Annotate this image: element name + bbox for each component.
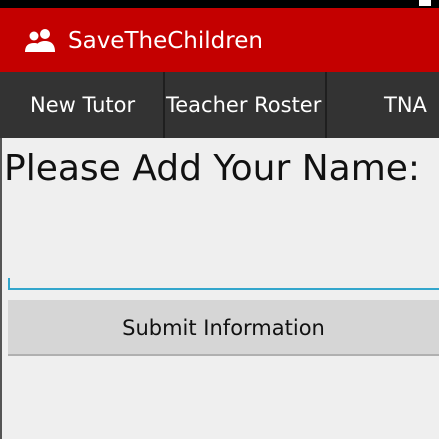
input-edge-tick bbox=[8, 278, 10, 290]
left-border bbox=[0, 138, 2, 439]
people-icon[interactable] bbox=[24, 27, 58, 53]
tab-divider bbox=[163, 72, 165, 138]
tab-tna[interactable]: TNA bbox=[384, 72, 427, 138]
tab-teacher-roster[interactable]: Teacher Roster bbox=[166, 72, 321, 138]
tab-bar: New Tutor Teacher Roster TNA bbox=[0, 72, 439, 138]
app-title: SaveTheChildren bbox=[68, 28, 263, 54]
name-prompt: Please Add Your Name: bbox=[4, 148, 421, 189]
name-input[interactable] bbox=[8, 198, 439, 290]
app-screen: SaveTheChildren New Tutor Teacher Roster… bbox=[0, 0, 439, 439]
status-bar bbox=[0, 0, 439, 8]
submit-button[interactable]: Submit Information bbox=[8, 300, 439, 356]
action-bar: SaveTheChildren bbox=[0, 8, 439, 72]
battery-icon bbox=[419, 0, 431, 6]
form-content: Please Add Your Name: Submit Information bbox=[0, 138, 439, 439]
tab-new-tutor[interactable]: New Tutor bbox=[30, 72, 135, 138]
tab-divider bbox=[325, 72, 327, 138]
